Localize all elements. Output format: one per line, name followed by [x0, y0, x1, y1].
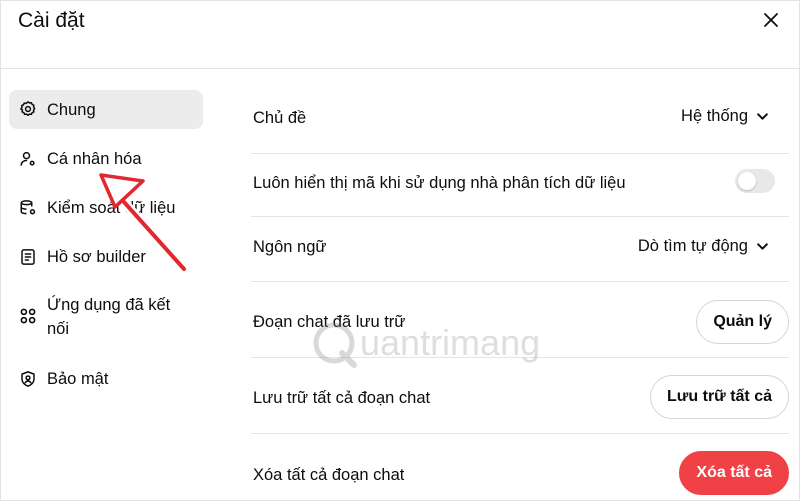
language-value: Dò tìm tự động: [637, 237, 748, 255]
settings-content: Chủ đề Hệ thống Luôn hiển thị mã khi sử …: [251, 69, 791, 501]
delete-all-label: Xóa tất cả đoạn chat: [253, 466, 405, 484]
setting-row-archived-chats: Đoạn chat đã lưu trữ Quản lý: [251, 282, 789, 358]
sidebar-item-label: Chung: [47, 101, 96, 119]
show-code-label: Luôn hiển thị mã khi sử dụng nhà phân tí…: [253, 174, 626, 192]
profile-card-icon: [19, 248, 37, 266]
theme-value: Hệ thống: [681, 107, 748, 125]
setting-row-theme: Chủ đề Hệ thống: [251, 87, 789, 154]
delete-all-button[interactable]: Xóa tất cả: [679, 451, 789, 495]
user-customize-icon: [19, 150, 37, 168]
sidebar-item-builder-profile[interactable]: Hồ sơ builder: [9, 245, 203, 269]
shield-lock-icon: [19, 370, 37, 388]
chevron-down-icon: [757, 243, 768, 250]
settings-dialog: Cài đặt Chung Cá nhân hóa Kiểm soát dữ l…: [0, 0, 800, 501]
sidebar-item-personalization[interactable]: Cá nhân hóa: [9, 147, 203, 171]
language-label: Ngôn ngữ: [253, 238, 327, 256]
sidebar-item-label: Cá nhân hóa: [47, 150, 142, 168]
sidebar-item-connected-apps[interactable]: Ứng dụng đã kết nối: [9, 293, 203, 341]
close-button[interactable]: [759, 8, 783, 32]
archived-chats-label: Đoạn chat đã lưu trữ: [253, 313, 406, 331]
settings-sidebar: Chung Cá nhân hóa Kiểm soát dữ liệu Hồ s…: [1, 69, 216, 501]
sidebar-item-security[interactable]: Bảo mật: [9, 367, 203, 391]
archive-all-label: Lưu trữ tất cả đoạn chat: [253, 389, 431, 407]
manage-archived-button[interactable]: Quản lý: [696, 300, 789, 344]
theme-label: Chủ đề: [253, 109, 307, 127]
chevron-down-icon: [757, 113, 768, 120]
show-code-toggle[interactable]: [735, 169, 775, 193]
toggle-knob: [738, 172, 756, 190]
language-select[interactable]: Dò tìm tự động: [638, 237, 769, 256]
setting-row-language: Ngôn ngữ Dò tìm tự động: [251, 217, 789, 282]
setting-row-archive-all: Lưu trữ tất cả đoạn chat Lưu trữ tất cả: [251, 358, 789, 434]
setting-row-delete-all: Xóa tất cả đoạn chat Xóa tất cả: [251, 434, 789, 501]
theme-select[interactable]: Hệ thống: [681, 107, 769, 126]
sidebar-item-label: Kiểm soát dữ liệu: [47, 199, 176, 217]
dialog-header: Cài đặt: [1, 1, 800, 69]
sidebar-item-label: Ứng dụng đã kết nối: [47, 296, 171, 338]
close-icon: [764, 13, 778, 27]
dialog-title: Cài đặt: [18, 9, 85, 32]
sidebar-item-data-controls[interactable]: Kiểm soát dữ liệu: [9, 196, 203, 220]
sidebar-item-general[interactable]: Chung: [9, 90, 203, 129]
gear-icon: [19, 100, 37, 118]
setting-row-show-code: Luôn hiển thị mã khi sử dụng nhà phân tí…: [251, 154, 789, 217]
sidebar-item-label: Hồ sơ builder: [47, 248, 146, 266]
archive-all-button[interactable]: Lưu trữ tất cả: [650, 375, 789, 419]
apps-grid-icon: [19, 307, 37, 325]
sidebar-item-label: Bảo mật: [47, 370, 109, 388]
database-settings-icon: [19, 199, 37, 217]
